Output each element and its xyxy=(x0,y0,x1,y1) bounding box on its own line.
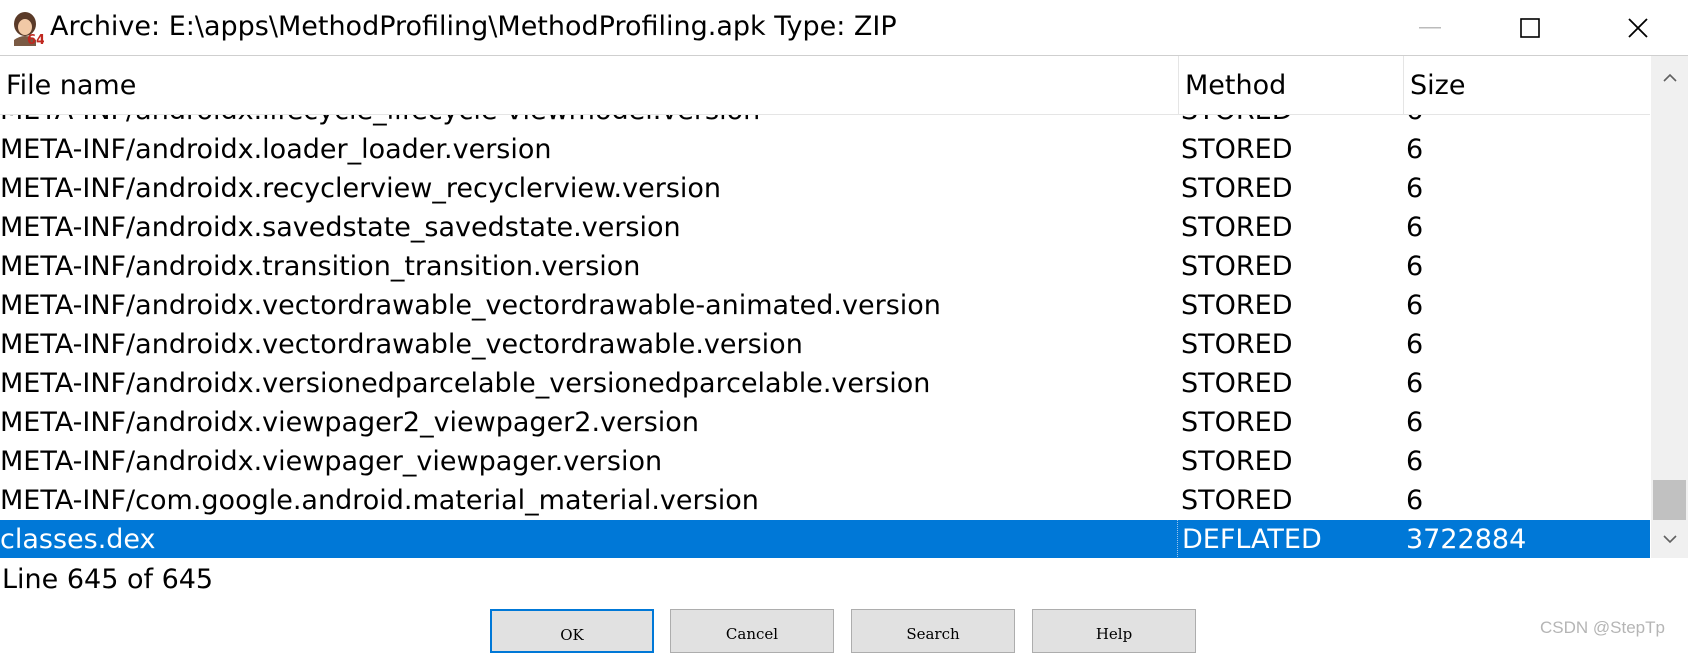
chevron-down-icon xyxy=(1662,534,1677,543)
size-cell: 6 xyxy=(1406,290,1424,321)
file-name-cell: META-INF/androidx.recyclerview_recyclerv… xyxy=(0,173,722,204)
table-row[interactable]: META-INF/androidx.viewpager_viewpager.ve… xyxy=(0,442,1650,481)
watermark: CSDN @StepTp xyxy=(1540,618,1665,637)
method-cell: STORED xyxy=(1181,251,1293,282)
file-name-cell: META-INF/androidx.lifecycle_lifecycle-vi… xyxy=(0,115,760,130)
table-row[interactable]: META-INF/androidx.recyclerview_recyclerv… xyxy=(0,169,1650,208)
help-button[interactable]: Help xyxy=(1032,609,1196,653)
size-cell: 6 xyxy=(1406,134,1424,165)
file-name-cell: META-INF/androidx.viewpager2_viewpager2.… xyxy=(0,407,699,438)
method-cell: STORED xyxy=(1181,173,1293,204)
title-bar: 64 Archive: E:\apps\MethodProfiling\Meth… xyxy=(0,0,1688,56)
table-row[interactable]: META-INF/androidx.transition_transition.… xyxy=(0,247,1650,286)
table-row[interactable]: META-INF/androidx.loader_loader.version … xyxy=(0,130,1650,169)
method-cell: STORED xyxy=(1181,290,1293,321)
method-cell: STORED xyxy=(1181,368,1293,399)
method-cell: STORED xyxy=(1181,212,1293,243)
size-cell: 6 xyxy=(1406,212,1424,243)
file-name-cell: META-INF/androidx.viewpager_viewpager.ve… xyxy=(0,446,663,477)
file-name-cell: META-INF/androidx.versionedparcelable_ve… xyxy=(0,368,931,399)
file-name-cell: META-INF/com.google.android.material_mat… xyxy=(0,485,759,516)
svg-text:64: 64 xyxy=(27,33,44,46)
size-cell: 6 xyxy=(1406,329,1424,360)
size-cell: 6 xyxy=(1406,115,1423,130)
table-row[interactable]: META-INF/androidx.lifecycle_lifecycle-vi… xyxy=(0,115,1650,130)
search-button[interactable]: Search xyxy=(851,609,1015,653)
file-name-cell: META-INF/androidx.transition_transition.… xyxy=(0,251,641,282)
size-cell: 3722884 xyxy=(1406,524,1527,555)
file-name-cell: META-INF/androidx.savedstate_savedstate.… xyxy=(0,212,681,243)
size-cell: 6 xyxy=(1406,407,1424,438)
table-row[interactable]: META-INF/androidx.versionedparcelable_ve… xyxy=(0,364,1650,403)
table-row[interactable]: META-INF/com.google.android.material_mat… xyxy=(0,481,1650,520)
method-cell: DEFLATED xyxy=(1177,520,1322,558)
table-row[interactable]: META-INF/androidx.savedstate_savedstate.… xyxy=(0,208,1650,247)
list-body: META-INF/androidx.lifecycle_lifecycle-vi… xyxy=(0,115,1650,558)
method-cell: STORED xyxy=(1181,485,1293,516)
ok-button[interactable]: OK xyxy=(490,609,654,653)
file-name-cell: META-INF/androidx.vectordrawable_vectord… xyxy=(0,290,941,321)
list-header: File name Method Size xyxy=(0,56,1650,115)
size-cell: 6 xyxy=(1406,251,1424,282)
window-title: Archive: E:\apps\MethodProfiling\MethodP… xyxy=(50,11,897,42)
table-row-selected[interactable]: classes.dex DEFLATED 3722884 xyxy=(0,520,1650,558)
method-cell: STORED xyxy=(1181,115,1293,130)
chevron-up-icon xyxy=(1662,73,1677,82)
scrollbar-thumb[interactable] xyxy=(1653,480,1686,520)
minimize-button[interactable] xyxy=(1380,0,1480,55)
size-cell: 6 xyxy=(1406,173,1424,204)
size-cell: 6 xyxy=(1406,368,1424,399)
size-cell: 6 xyxy=(1406,485,1424,516)
maximize-button[interactable] xyxy=(1480,0,1580,55)
table-row[interactable]: META-INF/androidx.vectordrawable_vectord… xyxy=(0,286,1650,325)
method-cell: STORED xyxy=(1181,446,1293,477)
size-cell: 6 xyxy=(1406,446,1424,477)
maximize-icon xyxy=(1520,17,1540,38)
status-line: Line 645 of 645 xyxy=(2,564,214,595)
scroll-up-button[interactable] xyxy=(1651,60,1688,94)
table-row[interactable]: META-INF/androidx.viewpager2_viewpager2.… xyxy=(0,403,1650,442)
file-name-cell: classes.dex xyxy=(0,524,156,555)
archive-file-list[interactable]: File name Method Size META-INF/androidx.… xyxy=(0,56,1688,558)
method-cell: STORED xyxy=(1181,329,1293,360)
cancel-button[interactable]: Cancel xyxy=(670,609,834,653)
column-header-method[interactable]: Method xyxy=(1178,56,1403,114)
method-cell: STORED xyxy=(1181,134,1293,165)
app-icon: 64 xyxy=(14,12,44,46)
method-cell: STORED xyxy=(1181,407,1293,438)
scroll-down-button[interactable] xyxy=(1651,522,1688,556)
file-name-cell: META-INF/androidx.loader_loader.version xyxy=(0,134,552,165)
minimize-icon xyxy=(1419,26,1441,28)
file-name-cell: META-INF/androidx.vectordrawable_vectord… xyxy=(0,329,803,360)
vertical-scrollbar[interactable] xyxy=(1651,56,1688,558)
table-row[interactable]: META-INF/androidx.vectordrawable_vectord… xyxy=(0,325,1650,364)
close-icon xyxy=(1628,17,1648,38)
close-button[interactable] xyxy=(1588,0,1688,55)
column-header-file-name[interactable]: File name xyxy=(0,56,1178,114)
column-header-size[interactable]: Size xyxy=(1403,56,1650,114)
